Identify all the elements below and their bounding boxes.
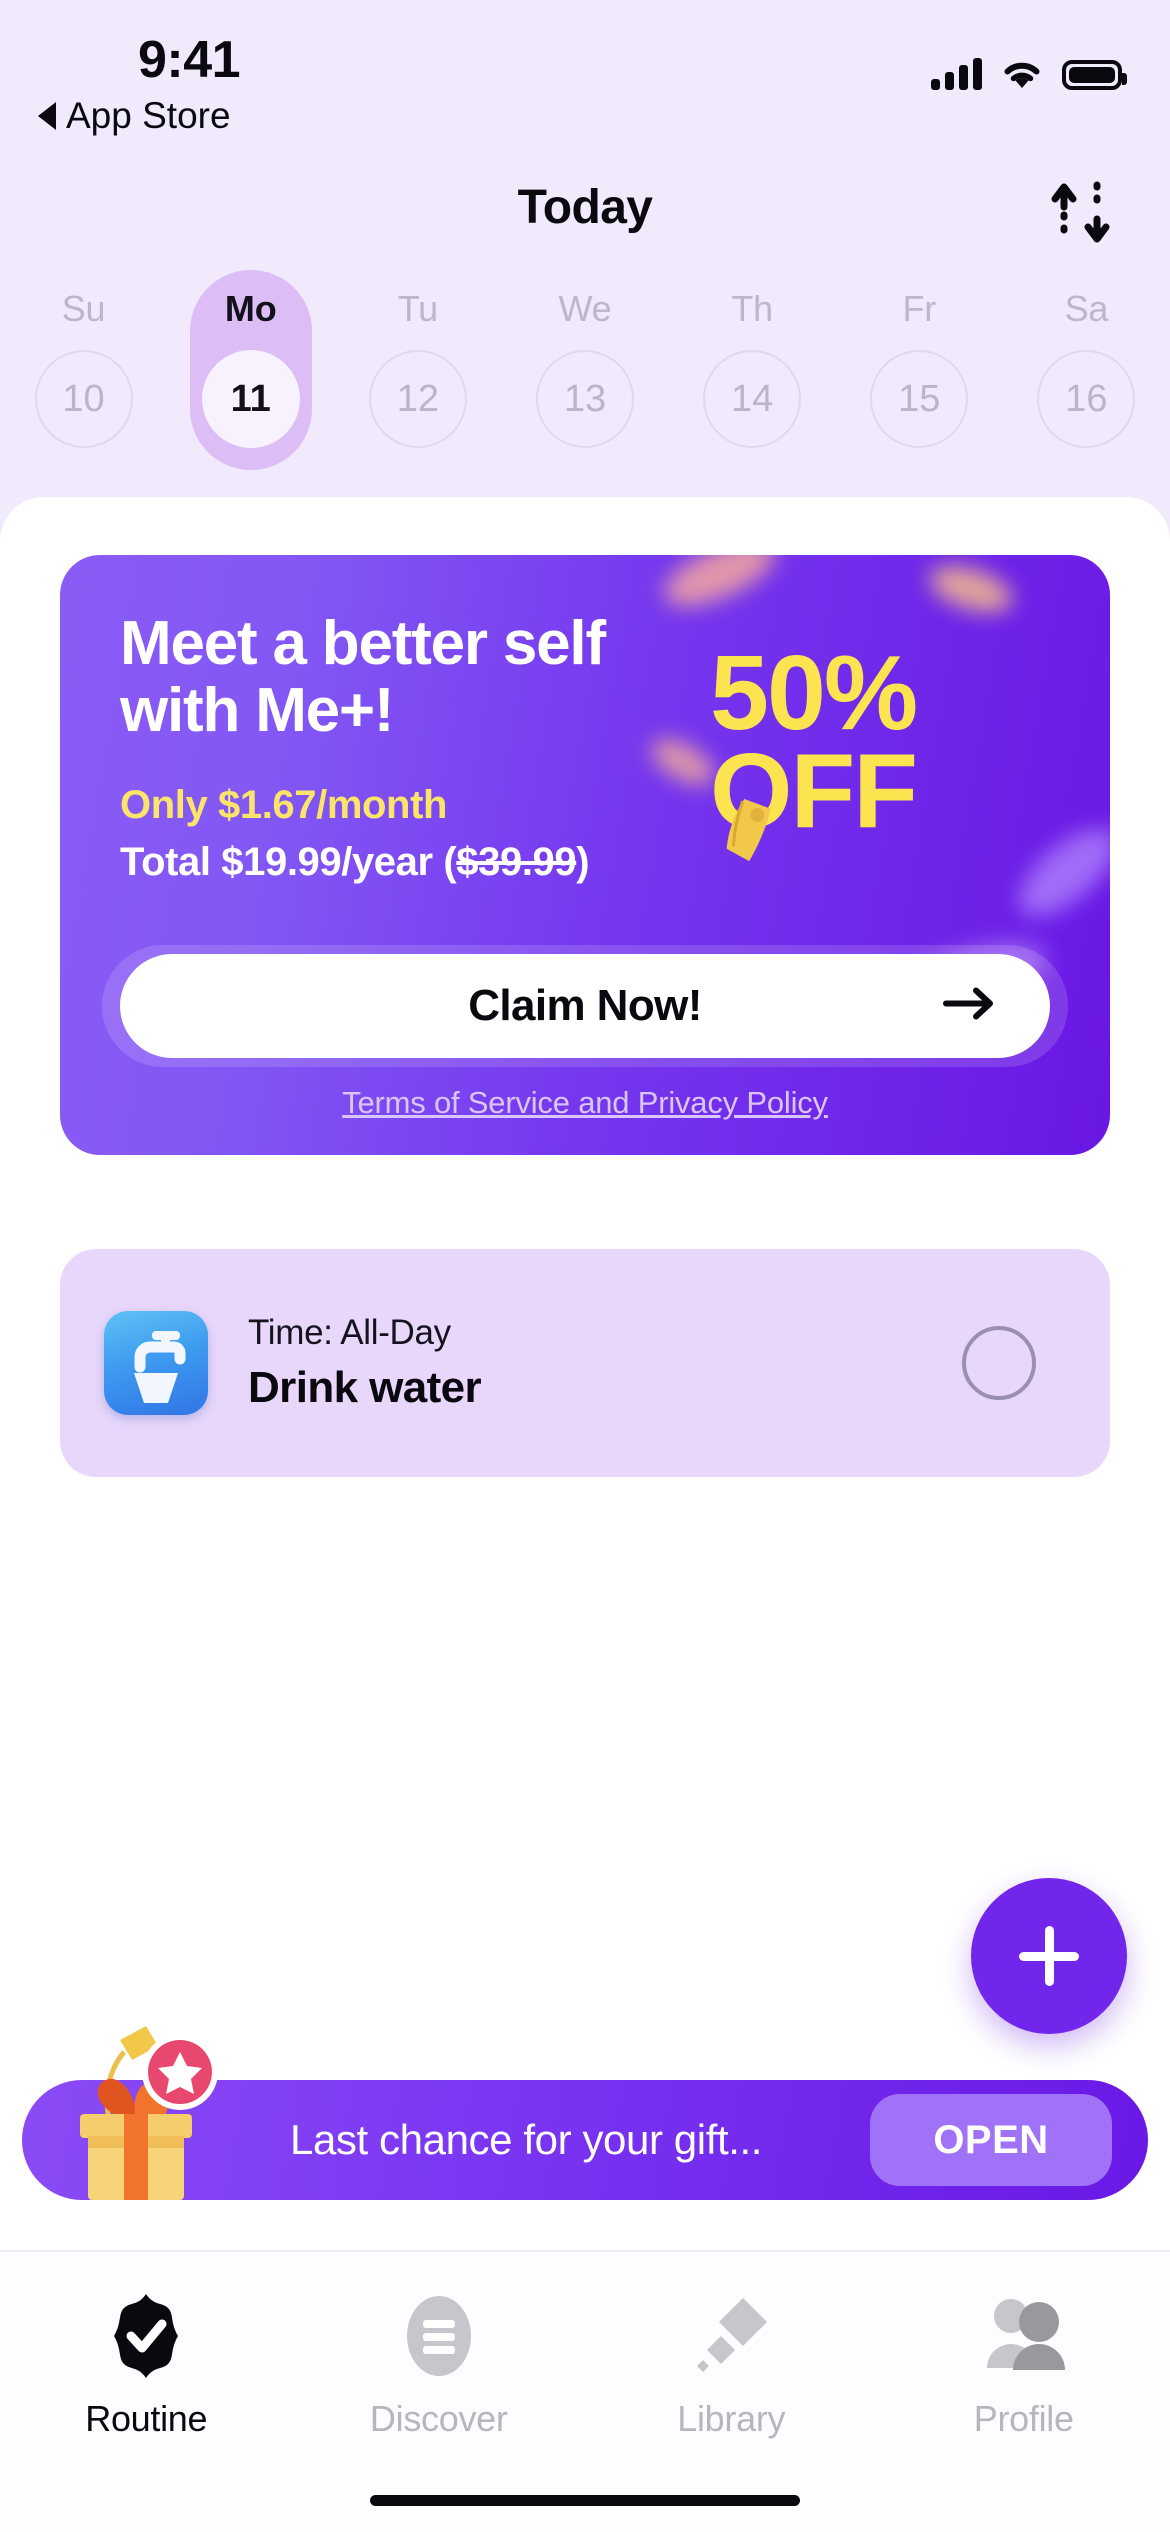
status-bar-time: 9:41 — [138, 31, 241, 89]
task-text-block: Time: All-Day Drink water — [248, 1313, 482, 1413]
day-number: 16 — [1037, 350, 1136, 448]
week-day-tu[interactable]: Tu 12 — [334, 270, 501, 500]
sort-up-down-icon[interactable] — [1038, 170, 1124, 256]
promo-total-suffix: ) — [576, 840, 590, 884]
gift-open-button-label: OPEN — [933, 2117, 1049, 2162]
tab-routine[interactable]: Routine — [0, 2252, 293, 2532]
terms-and-privacy-link[interactable]: Terms of Service and Privacy Policy — [60, 1085, 1110, 1121]
week-day-fr[interactable]: Fr 15 — [836, 270, 1003, 500]
tab-label: Library — [677, 2398, 786, 2439]
bottom-tab-bar[interactable]: Routine Discover Library Profile — [0, 2250, 1170, 2532]
day-of-week-label: Fr — [902, 288, 937, 329]
page-title: Today — [517, 181, 653, 234]
day-of-week-label: Mo — [224, 288, 277, 329]
gift-box-icon — [62, 2018, 272, 2208]
battery-full-icon — [1062, 60, 1127, 90]
list-oval-icon — [399, 2288, 479, 2384]
week-day-th[interactable]: Th 14 — [669, 270, 836, 500]
promo-total-prefix: Total $19.99/year ( — [120, 840, 457, 884]
day-number: 10 — [34, 350, 133, 448]
content-sheet: Meet a better self with Me+! Only $1.67/… — [0, 497, 1170, 2532]
day-of-week-label: Sa — [1064, 288, 1109, 329]
home-indicator — [370, 2495, 800, 2506]
week-day-mo[interactable]: Mo 11 — [167, 270, 334, 500]
task-card-drink-water[interactable]: Time: All-Day Drink water — [60, 1249, 1110, 1477]
week-day-selector[interactable]: Su 10 Mo 11 Tu 12 We 13 Th 14 Fr 15 Sa 1… — [0, 270, 1170, 500]
promo-price-line: Only $1.67/month — [120, 783, 448, 827]
claim-button-wrapper: Claim Now! — [102, 945, 1068, 1067]
checkbox-empty-circle-icon[interactable] — [962, 1326, 1036, 1400]
triangle-left-icon — [38, 102, 56, 130]
cellular-signal-icon — [931, 58, 982, 90]
diamond-stack-icon — [687, 2288, 775, 2384]
claim-button-label: Claim Now! — [468, 981, 702, 1030]
tab-label: Discover — [369, 2398, 508, 2439]
tab-discover[interactable]: Discover — [293, 2252, 586, 2532]
people-icon — [977, 2288, 1071, 2384]
week-day-su[interactable]: Su 10 — [0, 270, 167, 500]
day-number: 15 — [870, 350, 969, 448]
week-day-we[interactable]: We 13 — [501, 270, 668, 500]
promo-headline: Meet a better self with Me+! — [120, 609, 606, 745]
faucet-water-icon — [104, 1311, 208, 1415]
day-of-week-label: Su — [61, 288, 106, 329]
week-day-sa[interactable]: Sa 16 — [1003, 270, 1170, 500]
status-bar: 9:41 App Store — [0, 0, 1170, 150]
tab-profile[interactable]: Profile — [878, 2252, 1170, 2532]
gift-promo-banner[interactable]: Last chance for your gift... OPEN — [22, 2026, 1148, 2200]
price-tag-icon — [692, 787, 803, 898]
back-label: App Store — [66, 95, 231, 136]
status-bar-indicators — [931, 48, 1127, 90]
claim-now-button[interactable]: Claim Now! — [120, 954, 1050, 1058]
promo-total-line: Total $19.99/year ($39.99) — [120, 840, 590, 885]
day-of-week-label: Tu — [397, 288, 438, 329]
day-of-week-label: Th — [731, 288, 773, 329]
day-number: 12 — [368, 350, 467, 448]
navigation-bar: Today — [0, 160, 1170, 270]
tab-label: Routine — [85, 2398, 208, 2439]
confetti-decoration — [655, 555, 785, 620]
back-to-app-store-button[interactable]: App Store — [38, 95, 231, 137]
promo-total-strike: $39.99 — [456, 840, 577, 884]
gift-banner-message: Last chance for your gift... — [290, 2116, 763, 2163]
promo-discount-percent: 50% — [710, 634, 918, 752]
add-task-button[interactable] — [971, 1878, 1127, 2034]
app-screen: 9:41 App Store Today Su 10 Mo 11 Tu 12 W… — [0, 0, 1170, 2532]
rosette-check-icon — [104, 2288, 188, 2384]
day-number: 13 — [535, 350, 634, 448]
day-number: 14 — [703, 350, 802, 448]
tab-label: Profile — [973, 2398, 1074, 2439]
day-number: 11 — [201, 350, 300, 448]
confetti-decoration — [923, 556, 1019, 622]
gift-open-button[interactable]: OPEN — [870, 2094, 1112, 2186]
arrow-right-icon — [942, 984, 998, 1029]
tab-library[interactable]: Library — [585, 2252, 878, 2532]
task-time-label: Time: All-Day — [248, 1313, 451, 1352]
task-title: Drink water — [248, 1363, 482, 1412]
day-of-week-label: We — [558, 288, 612, 329]
promo-banner-card[interactable]: Meet a better self with Me+! Only $1.67/… — [60, 555, 1110, 1155]
wifi-icon — [1000, 58, 1044, 90]
